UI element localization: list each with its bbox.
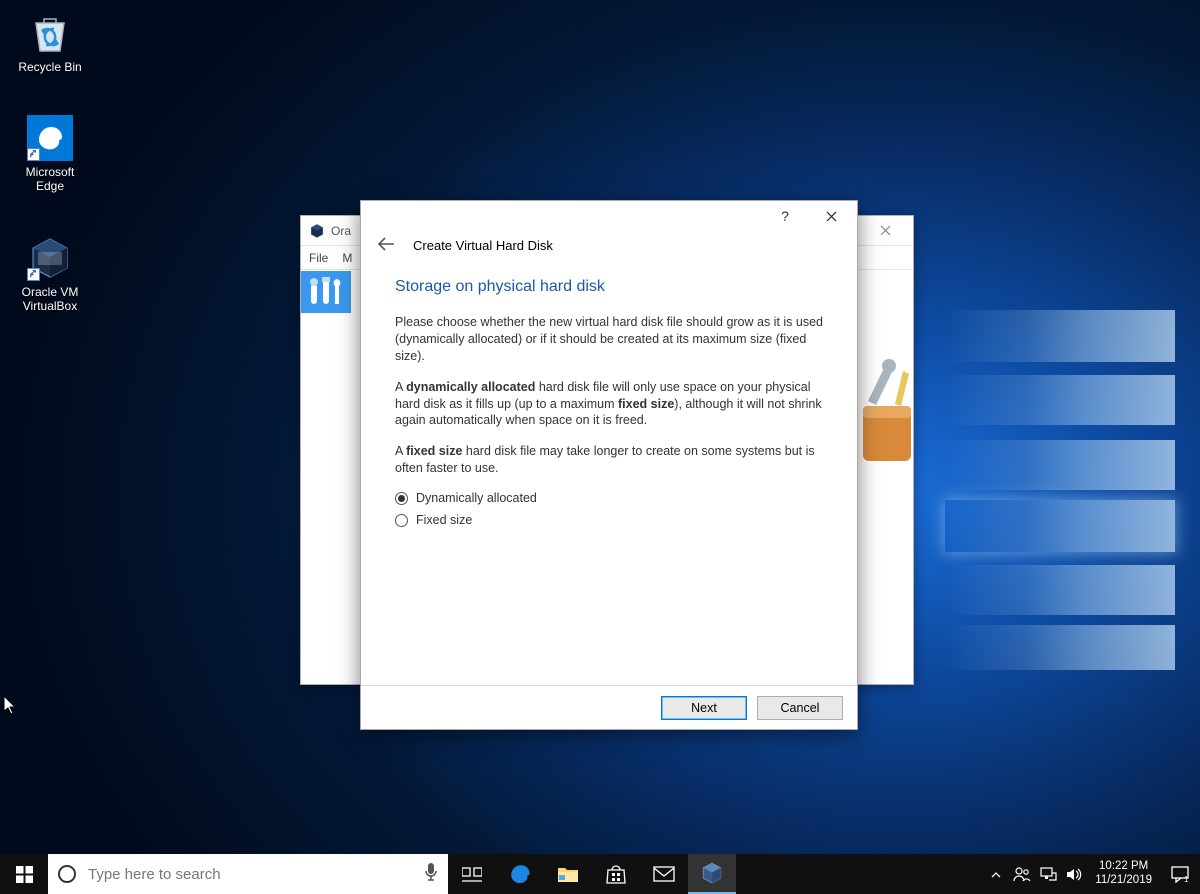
task-view-icon bbox=[462, 866, 482, 882]
taskbar-clock[interactable]: 10:22 PM 11/21/2019 bbox=[1087, 860, 1160, 888]
windows-logo-icon bbox=[16, 866, 33, 883]
start-button[interactable] bbox=[0, 854, 48, 894]
taskbar-virtualbox[interactable] bbox=[688, 854, 736, 894]
welcome-toolbox-illustration bbox=[863, 356, 903, 446]
arrow-left-icon bbox=[377, 237, 395, 251]
taskbar-edge[interactable] bbox=[496, 854, 544, 894]
tray-network-icon[interactable] bbox=[1035, 854, 1061, 894]
desktop-icon-virtualbox[interactable]: Oracle VM VirtualBox bbox=[10, 235, 90, 313]
radio-label: Dynamically allocated bbox=[416, 491, 537, 505]
desktop-icon-label: Recycle Bin bbox=[10, 60, 90, 74]
taskbar-search[interactable]: Type here to search bbox=[48, 854, 448, 894]
desktop-icon-label: Microsoft Edge bbox=[10, 165, 90, 193]
radio-icon bbox=[395, 514, 408, 527]
dialog-heading: Storage on physical hard disk bbox=[395, 278, 823, 296]
virtualbox-icon bbox=[27, 235, 73, 281]
dialog-para-1: Please choose whether the new virtual ha… bbox=[395, 314, 823, 365]
virtualbox-icon bbox=[309, 223, 325, 239]
tray-chevron-up-icon[interactable] bbox=[983, 854, 1009, 894]
taskbar: Type here to search 10:22 PM 11/21/2019 … bbox=[0, 854, 1200, 894]
desktop-icon-recycle-bin[interactable]: Recycle Bin bbox=[10, 10, 90, 74]
close-button[interactable] bbox=[811, 202, 851, 230]
close-icon bbox=[826, 211, 837, 222]
recycle-bin-icon bbox=[27, 10, 73, 56]
notification-icon: 1 bbox=[1171, 866, 1189, 883]
manager-tools-item[interactable] bbox=[301, 271, 351, 313]
close-icon[interactable] bbox=[865, 217, 905, 245]
desktop-icon-label: Oracle VM VirtualBox bbox=[10, 285, 90, 313]
taskbar-store[interactable] bbox=[592, 854, 640, 894]
menu-file[interactable]: File bbox=[309, 251, 328, 265]
action-center-button[interactable]: 1 bbox=[1160, 854, 1200, 894]
light-beam bbox=[945, 440, 1175, 490]
light-beam bbox=[945, 500, 1175, 552]
light-beam bbox=[945, 310, 1175, 362]
search-placeholder: Type here to search bbox=[88, 866, 221, 883]
tray-people-icon[interactable] bbox=[1009, 854, 1035, 894]
task-view-button[interactable] bbox=[448, 854, 496, 894]
microphone-icon[interactable] bbox=[424, 862, 438, 886]
radio-fixed-size[interactable]: Fixed size bbox=[395, 513, 823, 527]
edge-icon bbox=[27, 115, 73, 161]
light-beam bbox=[945, 625, 1175, 670]
dialog-para-3: A fixed size hard disk file may take lon… bbox=[395, 443, 823, 477]
dialog-header-text: Create Virtual Hard Disk bbox=[413, 238, 553, 253]
clock-time: 10:22 PM bbox=[1095, 860, 1152, 874]
desktop-icon-edge[interactable]: Microsoft Edge bbox=[10, 115, 90, 193]
taskbar-file-explorer[interactable] bbox=[544, 854, 592, 894]
cancel-button[interactable]: Cancel bbox=[757, 696, 843, 720]
mail-icon bbox=[653, 866, 675, 882]
edge-icon bbox=[508, 862, 532, 886]
shortcut-overlay-icon bbox=[27, 268, 40, 281]
radio-dynamically-allocated[interactable]: Dynamically allocated bbox=[395, 491, 823, 505]
radio-label: Fixed size bbox=[416, 513, 472, 527]
system-tray: 10:22 PM 11/21/2019 1 bbox=[983, 854, 1200, 894]
clock-date: 11/21/2019 bbox=[1095, 874, 1152, 888]
radio-icon bbox=[395, 492, 408, 505]
tools-icon bbox=[309, 277, 343, 307]
back-button[interactable] bbox=[377, 237, 395, 254]
mouse-cursor-icon bbox=[3, 695, 17, 715]
tray-volume-icon[interactable] bbox=[1061, 854, 1087, 894]
manager-title-text: Ora bbox=[331, 224, 351, 238]
menu-machine[interactable]: M bbox=[342, 251, 352, 265]
light-beam bbox=[945, 375, 1175, 425]
virtualbox-icon bbox=[700, 861, 724, 885]
svg-text:1: 1 bbox=[1184, 875, 1189, 883]
create-virtual-hard-disk-dialog: ? Create Virtual Hard Disk Storage on ph… bbox=[360, 200, 858, 730]
taskbar-mail[interactable] bbox=[640, 854, 688, 894]
dialog-para-2: A dynamically allocated hard disk file w… bbox=[395, 379, 823, 430]
light-beam bbox=[945, 565, 1175, 615]
store-icon bbox=[605, 864, 627, 884]
cortana-circle-icon bbox=[58, 865, 76, 883]
shortcut-overlay-icon bbox=[27, 148, 40, 161]
folder-icon bbox=[557, 865, 579, 883]
next-button[interactable]: Next bbox=[661, 696, 747, 720]
help-button[interactable]: ? bbox=[765, 202, 805, 230]
dialog-titlebar[interactable]: ? bbox=[361, 201, 857, 231]
